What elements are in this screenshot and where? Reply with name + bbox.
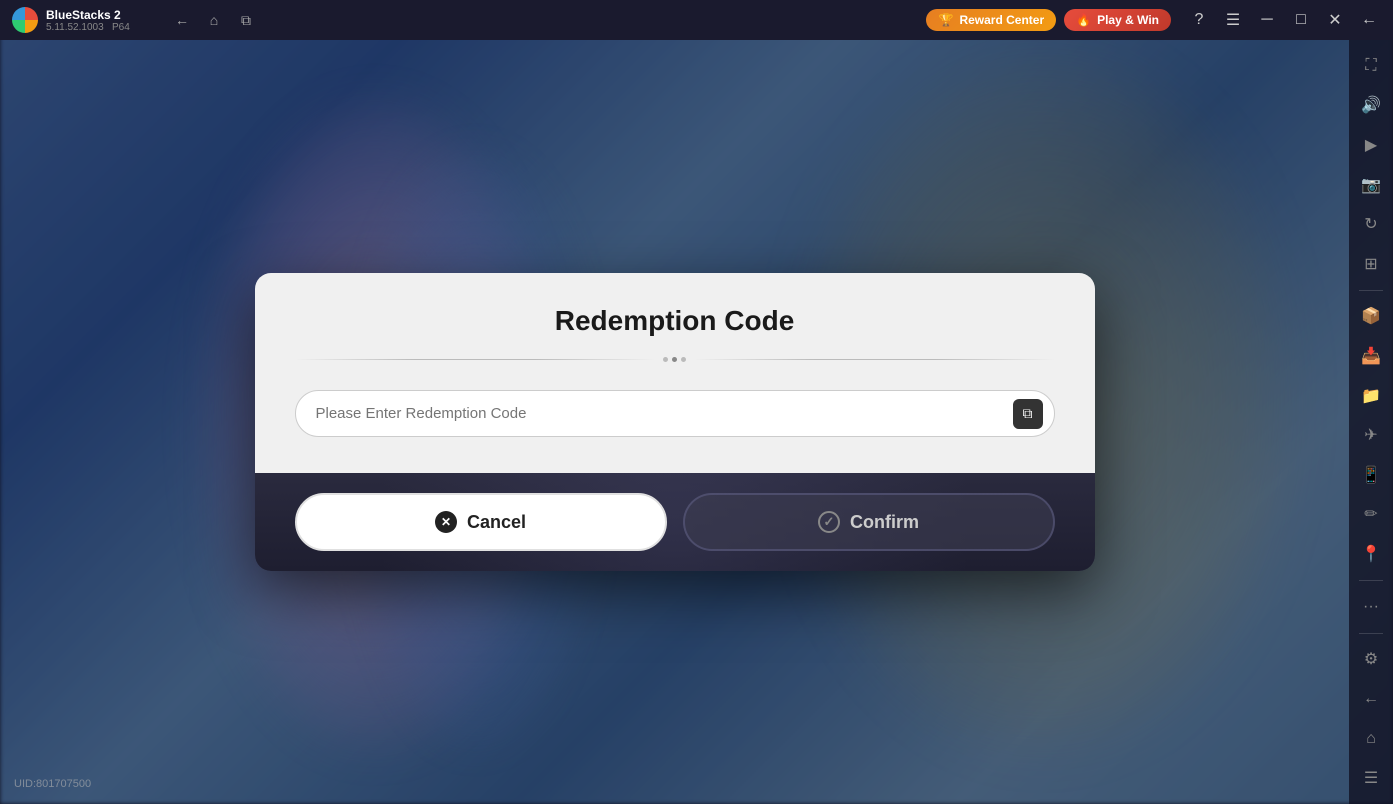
more-icon[interactable]: ··· [1353,589,1389,625]
dialog-title: Redemption Code [295,305,1055,337]
volume-icon[interactable]: 🔊 [1353,88,1389,124]
divider-left [295,359,656,360]
logo-icon [12,7,38,33]
dialog-lower: ✕ Cancel ✓ Confirm [255,473,1095,571]
back-nav-button[interactable]: ← [1353,4,1385,36]
sidebar-home-icon[interactable]: ⌂ [1353,721,1389,757]
input-container: ⧉ [295,390,1055,437]
divider-dots [663,357,686,362]
back-button[interactable]: ← [168,6,196,34]
reward-center-button[interactable]: 🏆 Reward Center [926,9,1056,31]
cancel-button[interactable]: ✕ Cancel [295,493,667,551]
location-icon[interactable]: 📍 [1353,536,1389,572]
minimize-button[interactable]: ─ [1251,4,1283,36]
modal-overlay: Redemption Code ⧉ ✕ Cancel [0,40,1349,804]
topbar-actions: 🏆 Reward Center 🔥 Play & Win [914,9,1183,31]
app-logo: BlueStacks 2 5.11.52.1003 P64 [0,7,160,33]
fullscreen-icon[interactable]: ⛶ [1353,48,1389,84]
menu-button[interactable]: ☰ [1217,4,1249,36]
close-button[interactable]: ✕ [1319,4,1351,36]
sidebar-divider-2 [1359,580,1383,581]
fire-icon: 🔥 [1076,13,1091,27]
sidebar-menu-icon[interactable]: ☰ [1353,760,1389,796]
dialog-divider [295,357,1055,362]
sidebar-back-icon[interactable]: ← [1353,681,1389,717]
help-button[interactable]: ? [1183,4,1215,36]
settings-icon[interactable]: ⚙ [1353,641,1389,677]
restore-button[interactable]: □ [1285,4,1317,36]
home-button[interactable]: ⌂ [200,6,228,34]
dialog-upper: Redemption Code ⧉ [255,273,1095,473]
app-name: BlueStacks 2 [46,8,130,22]
paste-icon: ⧉ [1023,405,1033,422]
draw-icon[interactable]: ✏ [1353,497,1389,533]
topbar-nav: ← ⌂ ⧉ [160,6,268,34]
cancel-icon: ✕ [435,511,457,533]
confirm-button[interactable]: ✓ Confirm [683,493,1055,551]
redemption-dialog: Redemption Code ⧉ ✕ Cancel [255,273,1095,571]
topbar-window-controls: ? ☰ ─ □ ✕ ← [1183,4,1393,36]
shake-icon[interactable]: 📱 [1353,457,1389,493]
play-win-button[interactable]: 🔥 Play & Win [1064,9,1171,31]
flight-mode-icon[interactable]: ✈ [1353,417,1389,453]
divider-right [694,359,1055,360]
cancel-label: Cancel [467,512,526,533]
divider-dot-2 [672,357,677,362]
record-icon[interactable]: ▶ [1353,127,1389,163]
reward-icon: 🏆 [938,13,953,27]
redemption-code-input[interactable] [295,390,1055,437]
sidebar-divider-3 [1359,633,1383,634]
tabs-button[interactable]: ⧉ [232,6,260,34]
install-icon[interactable]: 📦 [1353,299,1389,335]
right-sidebar: ⛶ 🔊 ▶ 📷 ↻ ⊞ 📦 📥 📁 ✈ 📱 ✏ 📍 ··· ⚙ ← ⌂ ☰ [1349,40,1393,804]
folder-icon[interactable]: 📁 [1353,378,1389,414]
divider-dot-1 [663,357,668,362]
divider-dot-3 [681,357,686,362]
import-icon[interactable]: 📥 [1353,338,1389,374]
sync-icon[interactable]: ↻ [1353,206,1389,242]
confirm-label: Confirm [850,512,919,533]
sidebar-divider-1 [1359,290,1383,291]
paste-button[interactable]: ⧉ [1013,399,1043,429]
layers-icon[interactable]: ⊞ [1353,246,1389,282]
app-version: 5.11.52.1003 P64 [46,22,130,33]
topbar: BlueStacks 2 5.11.52.1003 P64 ← ⌂ ⧉ 🏆 Re… [0,0,1393,40]
confirm-icon: ✓ [818,511,840,533]
screenshot-icon[interactable]: 📷 [1353,167,1389,203]
